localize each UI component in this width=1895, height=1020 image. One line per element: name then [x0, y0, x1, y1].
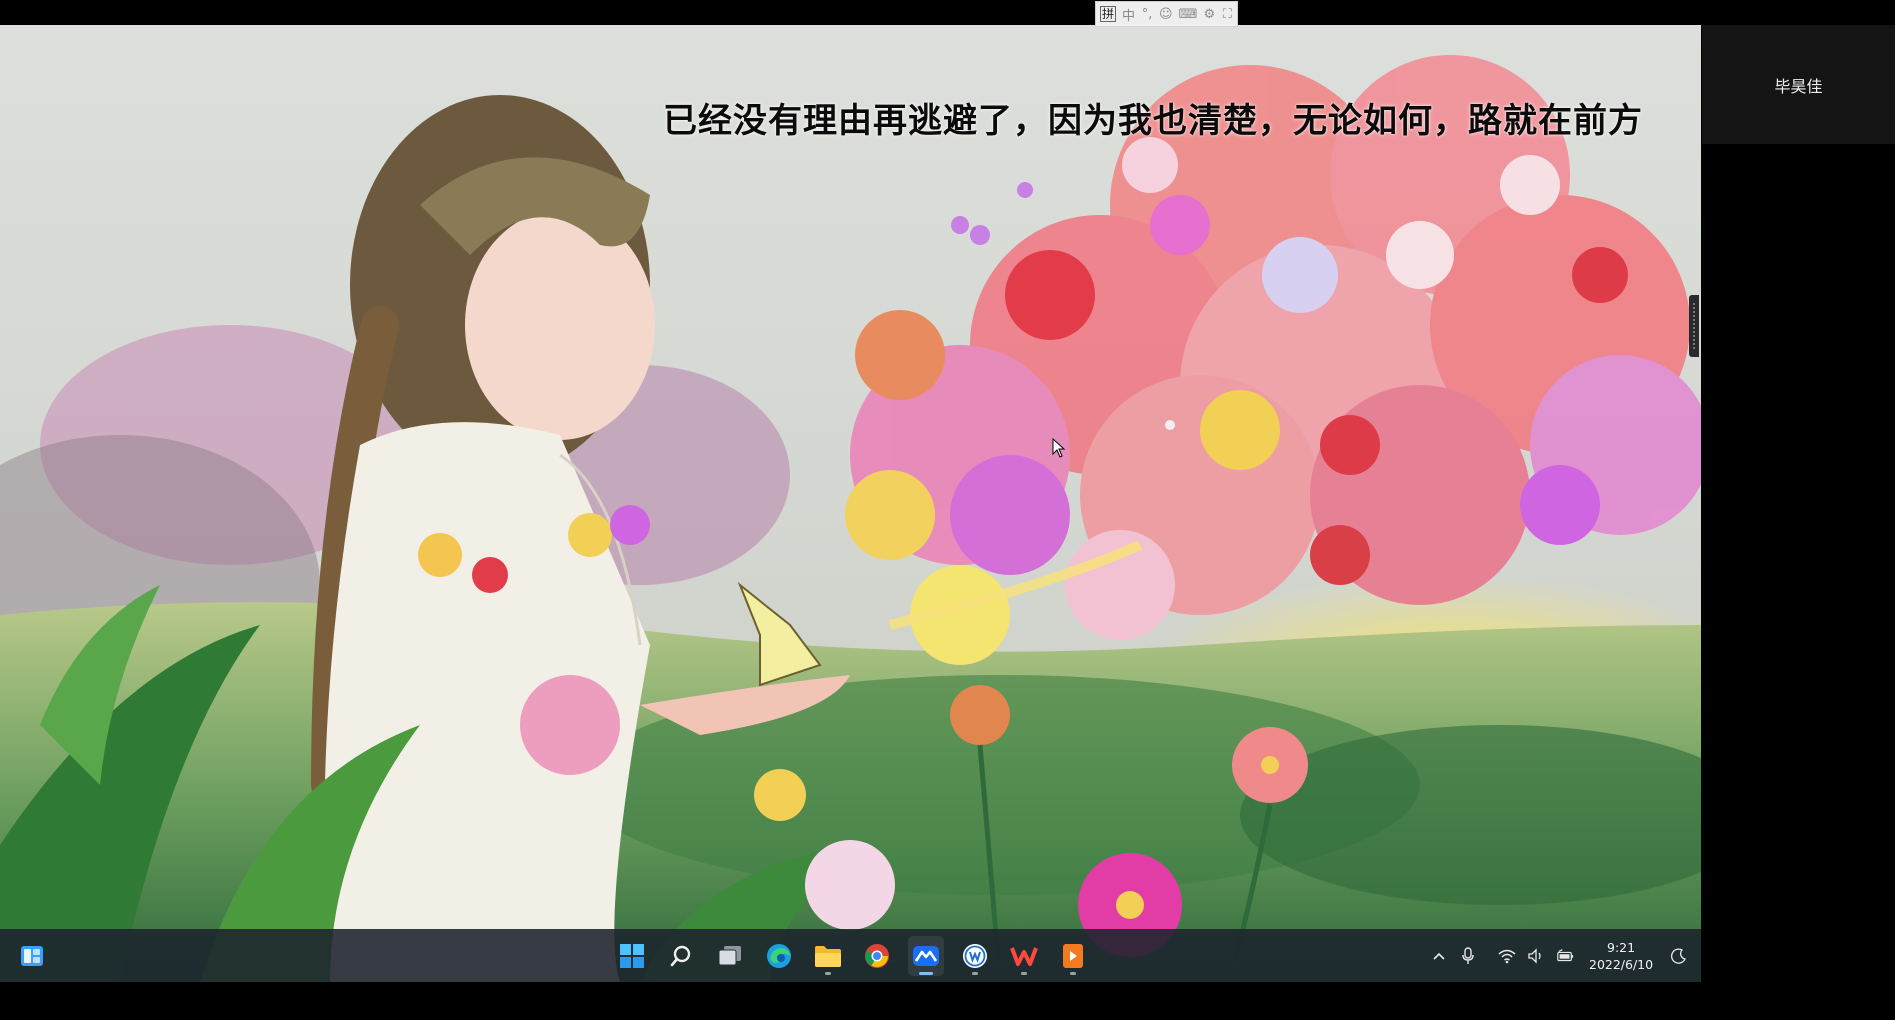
file-explorer-button[interactable] — [810, 936, 846, 976]
folder-icon — [815, 946, 841, 967]
edge-button[interactable] — [761, 936, 797, 976]
chrome-icon — [865, 944, 889, 968]
widgets-icon — [21, 946, 43, 966]
taskbar-clock[interactable]: 9:21 2022/6/10 — [1589, 939, 1653, 973]
ime-fullscreen-button[interactable]: ⛶ — [1221, 7, 1233, 22]
task-view-button[interactable] — [712, 936, 748, 976]
meeting-app-button[interactable] — [908, 936, 944, 976]
show-hidden-icons-button[interactable] — [1430, 947, 1448, 965]
search-icon — [670, 945, 691, 967]
windows-logo-icon — [620, 944, 644, 968]
search-button[interactable] — [663, 936, 699, 976]
word-app-icon — [963, 944, 987, 968]
meeting-app-icon — [913, 946, 939, 966]
volume-button[interactable] — [1527, 947, 1545, 965]
chevron-up-icon — [1433, 952, 1445, 960]
ime-keyboard-button[interactable]: ⌨ — [1179, 7, 1198, 22]
clock-date: 2022/6/10 — [1589, 956, 1654, 972]
wps-office-icon — [1010, 947, 1038, 966]
focus-assist-button[interactable] — [1670, 947, 1688, 965]
slides-app-button[interactable] — [1055, 936, 1091, 976]
chrome-button[interactable] — [859, 936, 895, 976]
widgets-button[interactable] — [18, 942, 46, 970]
ime-settings-button[interactable]: ⚙ — [1203, 7, 1216, 22]
shared-screen: 已经没有理由再逃避了，因为我也清楚，无论如何，路就在前方 9:21 2022/6… — [0, 25, 1701, 982]
microphone-button[interactable] — [1459, 946, 1477, 965]
ime-toolbar: 拼 中 °, ☺ ⌨ ⚙ ⛶ — [1095, 1, 1239, 27]
task-view-icon — [718, 946, 741, 966]
microphone-icon — [1462, 946, 1474, 964]
wps-office-button[interactable] — [1006, 936, 1042, 976]
battery-button[interactable] — [1556, 947, 1574, 965]
mouse-cursor-icon — [1052, 438, 1066, 458]
start-button[interactable] — [614, 936, 650, 976]
ime-language-button[interactable]: 中 — [1122, 5, 1135, 24]
system-tray: 9:21 2022/6/10 — [1430, 929, 1688, 982]
ime-mode-button[interactable]: 拼 — [1100, 6, 1117, 22]
speaker-icon — [1528, 947, 1541, 964]
wifi-icon — [1498, 949, 1516, 963]
moon-icon — [1671, 948, 1687, 964]
participant-name: 毕昊佳 — [1774, 77, 1823, 96]
clock-time: 9:21 — [1607, 939, 1636, 955]
taskbar: 9:21 2022/6/10 — [0, 929, 1701, 982]
desktop-wallpaper — [0, 25, 1701, 982]
slides-app-icon — [1063, 944, 1083, 968]
side-panel-handle[interactable] — [1689, 295, 1699, 357]
taskbar-apps — [614, 933, 1091, 979]
network-button[interactable] — [1498, 947, 1516, 965]
lyric-text: 已经没有理由再逃避了，因为我也清楚，无论如何，路就在前方 — [663, 101, 1643, 141]
participant-tile[interactable]: 毕昊佳 — [1702, 25, 1895, 144]
word-app-button[interactable] — [957, 936, 993, 976]
edge-icon — [767, 944, 791, 968]
battery-icon — [1557, 948, 1574, 961]
ime-punctuation-button[interactable]: °, — [1141, 7, 1153, 22]
ime-emoji-button[interactable]: ☺ — [1159, 7, 1173, 22]
